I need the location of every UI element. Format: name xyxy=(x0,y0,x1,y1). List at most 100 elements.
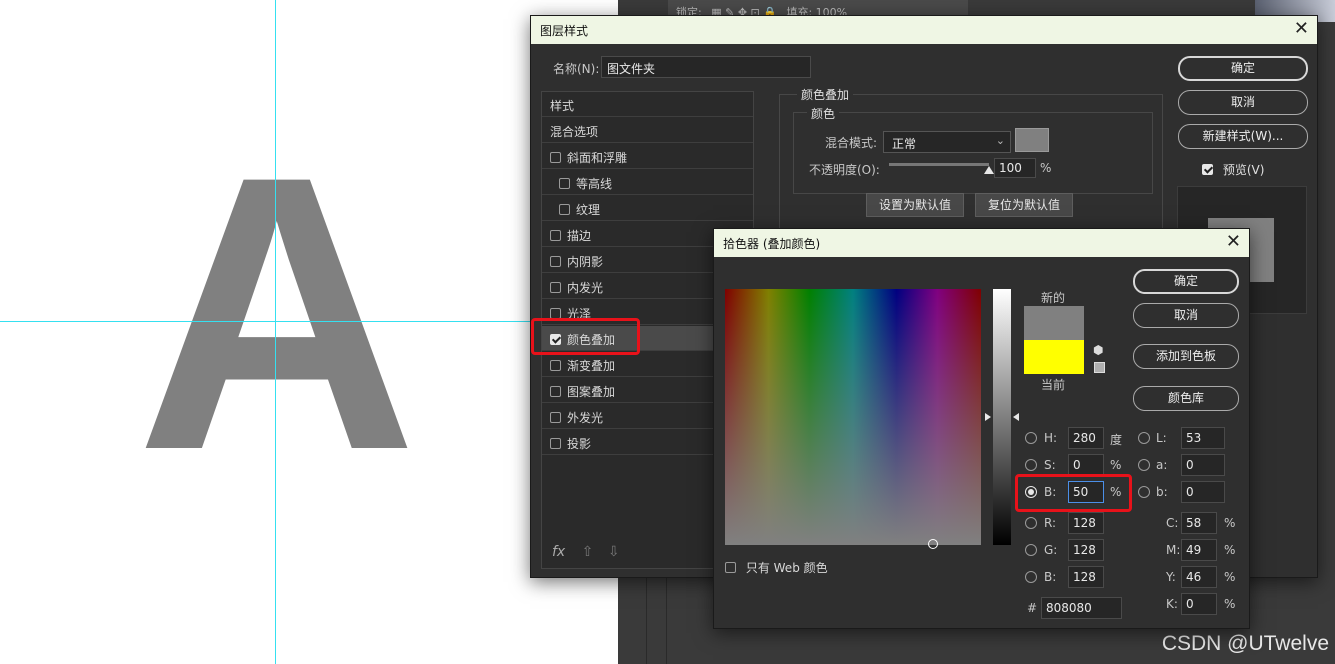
r-field[interactable]: 128 xyxy=(1068,512,1104,534)
slider-arrow-left-icon[interactable] xyxy=(985,413,991,421)
style-item[interactable]: 混合选项 xyxy=(542,118,753,143)
style-item[interactable]: 纹理 xyxy=(542,196,753,221)
vertical-guide[interactable] xyxy=(275,0,276,664)
color-overlay-title: 颜色叠加 xyxy=(797,86,854,103)
horizontal-guide[interactable] xyxy=(0,321,618,322)
color-libraries-button[interactable]: 颜色库 xyxy=(1133,386,1239,411)
color-field[interactable] xyxy=(725,289,981,549)
picker-cancel-button[interactable]: 取消 xyxy=(1133,303,1239,328)
c-unit: % xyxy=(1224,516,1236,530)
current-color-swatch[interactable] xyxy=(1024,340,1084,374)
style-checkbox[interactable] xyxy=(559,204,570,215)
name-field[interactable]: 图文件夹 xyxy=(601,56,811,78)
style-item-label: 内阴影 xyxy=(567,255,604,269)
radio-r[interactable] xyxy=(1025,517,1037,529)
a-field[interactable]: 0 xyxy=(1181,454,1225,476)
fx-icon[interactable]: fx xyxy=(552,544,565,560)
style-checkbox[interactable] xyxy=(550,230,561,241)
radio-a[interactable] xyxy=(1138,459,1150,471)
opacity-slider[interactable] xyxy=(889,163,989,166)
color-picker-dialog: 拾色器 (叠加颜色) ✕ 新的 当前 ⬢ 确定 取消 添加到色板 颜色库 H: … xyxy=(713,228,1250,629)
l-field[interactable]: 53 xyxy=(1181,427,1225,449)
l-label: L: xyxy=(1156,431,1167,445)
ok-button[interactable]: 确定 xyxy=(1178,56,1308,81)
style-checkbox[interactable] xyxy=(559,178,570,189)
g-field[interactable]: 128 xyxy=(1068,539,1104,561)
style-checkbox[interactable] xyxy=(550,152,561,163)
h-field[interactable]: 280 xyxy=(1068,427,1104,449)
a-label: a: xyxy=(1156,458,1168,472)
close-icon[interactable]: ✕ xyxy=(1294,19,1309,39)
y-field[interactable]: 46 xyxy=(1181,566,1217,588)
brightness-slider[interactable] xyxy=(993,289,1011,545)
web-only-toggle[interactable]: 只有 Web 颜色 xyxy=(725,559,828,576)
cube-icon[interactable]: ⬢ xyxy=(1093,343,1103,357)
new-style-button[interactable]: 新建样式(W)... xyxy=(1178,124,1308,149)
style-item[interactable]: 样式 xyxy=(542,92,753,117)
style-checkbox[interactable] xyxy=(550,282,561,293)
style-item-label: 图案叠加 xyxy=(567,385,616,399)
radio-blue[interactable] xyxy=(1025,571,1037,583)
current-color-label: 当前 xyxy=(1041,378,1066,392)
style-item-label: 纹理 xyxy=(576,203,601,217)
color-picker-titlebar[interactable]: 拾色器 (叠加颜色) ✕ xyxy=(714,229,1249,257)
blend-mode-value: 正常 xyxy=(892,137,917,151)
c-field[interactable]: 58 xyxy=(1181,512,1217,534)
overlay-color-swatch[interactable] xyxy=(1015,128,1049,152)
h-label: H: xyxy=(1044,431,1058,445)
color-field-marker[interactable] xyxy=(928,539,938,549)
radio-s[interactable] xyxy=(1025,459,1037,471)
close-icon[interactable]: ✕ xyxy=(1226,232,1241,252)
opacity-field[interactable]: 100 xyxy=(994,158,1036,178)
k-field[interactable]: 0 xyxy=(1181,593,1217,615)
style-checkbox[interactable] xyxy=(550,360,561,371)
s-unit: % xyxy=(1110,458,1122,472)
move-up-icon[interactable]: ⇧ xyxy=(582,544,594,560)
style-checkbox[interactable] xyxy=(550,386,561,397)
web-safe-swatch-icon[interactable] xyxy=(1094,362,1105,373)
slider-arrow-right-icon[interactable] xyxy=(1013,413,1019,421)
name-label: 名称(N): xyxy=(553,62,600,76)
blend-mode-label: 混合模式: xyxy=(825,136,878,150)
preview-checkbox[interactable] xyxy=(1202,164,1213,175)
radio-g[interactable] xyxy=(1025,544,1037,556)
web-only-checkbox[interactable] xyxy=(725,562,736,573)
move-down-icon[interactable]: ⇩ xyxy=(608,544,620,560)
style-checkbox[interactable] xyxy=(550,412,561,423)
add-to-swatches-button[interactable]: 添加到色板 xyxy=(1133,344,1239,369)
radio-lab-b[interactable] xyxy=(1138,486,1150,498)
style-checkbox[interactable] xyxy=(550,438,561,449)
style-item-label: 样式 xyxy=(550,99,575,113)
preview-toggle[interactable]: 预览(V) xyxy=(1202,161,1264,178)
radio-l[interactable] xyxy=(1138,432,1150,444)
style-item-label: 外发光 xyxy=(567,411,604,425)
layer-style-titlebar[interactable]: 图层样式 ✕ xyxy=(531,16,1317,44)
style-item-label: 混合选项 xyxy=(550,125,599,139)
style-item-label: 描边 xyxy=(567,229,592,243)
cancel-button[interactable]: 取消 xyxy=(1178,90,1308,115)
web-only-label: 只有 Web 颜色 xyxy=(745,561,828,575)
lab-b-label: b: xyxy=(1156,485,1168,499)
document-canvas[interactable]: A xyxy=(0,0,618,664)
s-field[interactable]: 0 xyxy=(1068,454,1104,476)
m-field[interactable]: 49 xyxy=(1181,539,1217,561)
new-color-swatch xyxy=(1024,306,1084,340)
reset-default-button[interactable]: 复位为默认值 xyxy=(975,193,1073,217)
radio-h[interactable] xyxy=(1025,432,1037,444)
m-label: M: xyxy=(1166,543,1181,557)
blue-field[interactable]: 128 xyxy=(1068,566,1104,588)
opacity-slider-thumb[interactable] xyxy=(984,166,994,174)
style-item[interactable]: 斜面和浮雕 xyxy=(542,144,753,169)
hex-field[interactable]: 808080 xyxy=(1041,597,1122,619)
style-item[interactable]: 等高线 xyxy=(542,170,753,195)
lab-b-field[interactable]: 0 xyxy=(1181,481,1225,503)
style-checkbox[interactable] xyxy=(550,256,561,267)
highlight-brightness-field xyxy=(1015,474,1132,512)
style-list-footer: fx ⇧ ⇩ xyxy=(552,544,620,560)
picker-ok-button[interactable]: 确定 xyxy=(1133,269,1239,294)
g-label: G: xyxy=(1044,543,1058,557)
blend-mode-select[interactable]: 正常 ⌄ xyxy=(883,131,1011,153)
s-label: S: xyxy=(1044,458,1056,472)
k-unit: % xyxy=(1224,597,1236,611)
set-default-button[interactable]: 设置为默认值 xyxy=(866,193,964,217)
